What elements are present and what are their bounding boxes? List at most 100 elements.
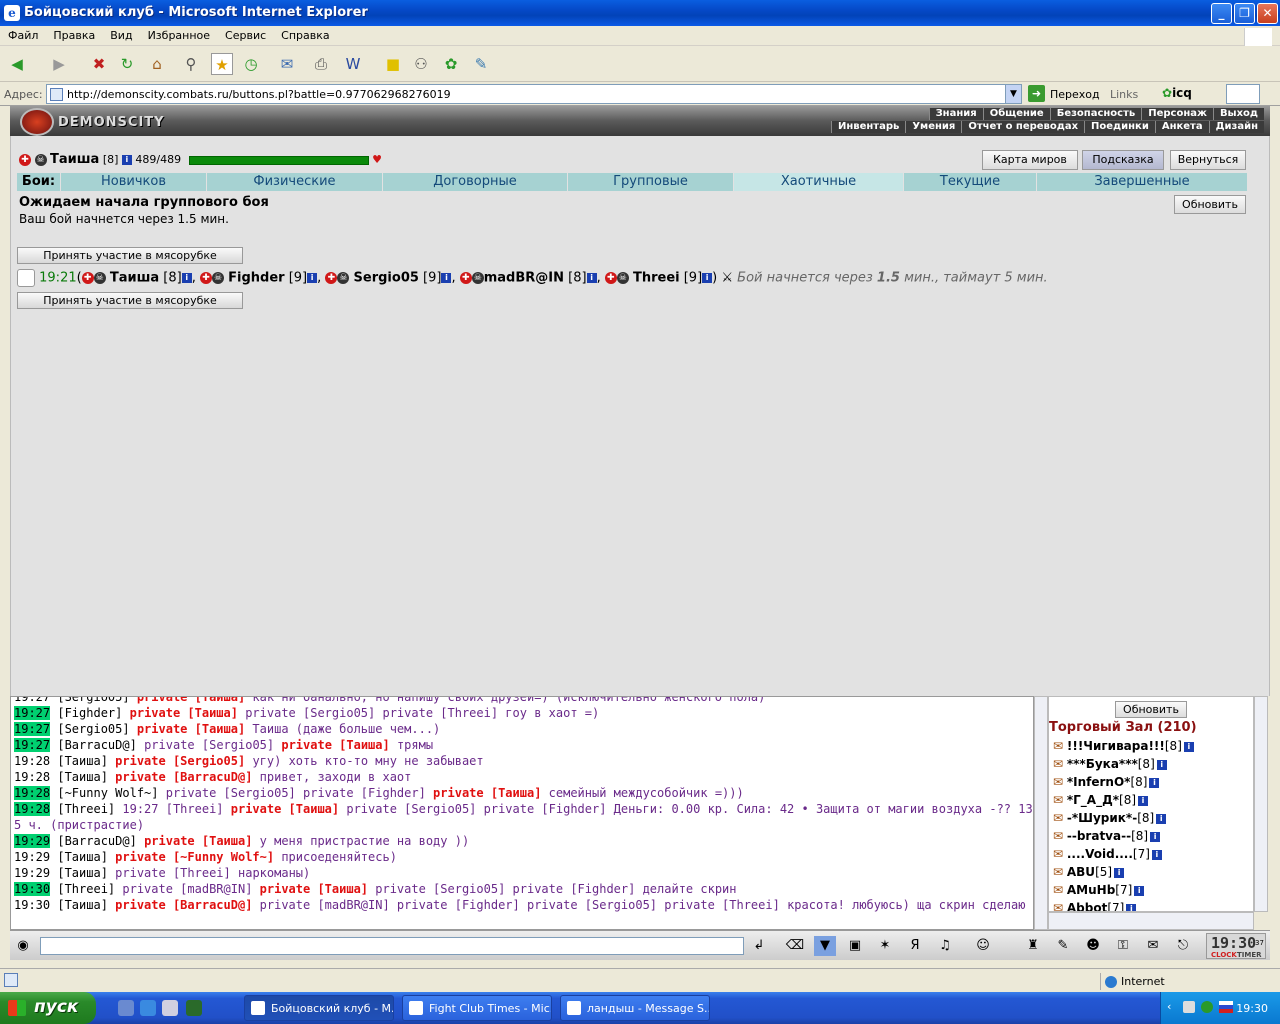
chat-private-tag[interactable]: private [madBR@IN] private [Fighder] pri…: [252, 898, 780, 912]
chat-log[interactable]: 19:27 [Sergio05] private [Таиша] как ни …: [10, 696, 1034, 930]
stop-icon[interactable]: ✖: [88, 53, 110, 75]
chat-time[interactable]: 19:29: [14, 850, 50, 864]
battle-player-name[interactable]: Таиша: [110, 271, 159, 286]
chat-scrollbar[interactable]: [1034, 696, 1048, 930]
chat-sender[interactable]: [Таиша]: [57, 850, 108, 864]
inventory-bag-icon[interactable]: ♜: [1022, 936, 1044, 956]
tray-icq-icon[interactable]: [1201, 1001, 1213, 1013]
tab-chaotic[interactable]: Хаотичные: [734, 173, 904, 191]
nav-character[interactable]: Персонаж: [1141, 108, 1213, 120]
user-list-item[interactable]: ✉ -*Шурик*-[8] i: [1053, 811, 1167, 825]
chat-time[interactable]: 19:29: [14, 834, 51, 848]
chat-time[interactable]: 19:28: [14, 786, 51, 800]
task-message[interactable]: ландыш - Message S...: [560, 995, 710, 1021]
info-icon[interactable]: i: [1149, 777, 1160, 788]
links-button[interactable]: Links: [1110, 88, 1138, 101]
chat-private-tag[interactable]: private [Sergio05] private [Fighder]: [368, 882, 635, 896]
chat-time[interactable]: 19:30: [14, 898, 50, 912]
menu-help[interactable]: Справка: [273, 26, 336, 42]
tool-icon[interactable]: ✎: [470, 53, 492, 75]
nav-duels[interactable]: Поединки: [1084, 121, 1155, 133]
address-dropdown-icon[interactable]: ▼: [1005, 85, 1021, 103]
user-list-item[interactable]: ✉ --bratva--[8] i: [1053, 829, 1161, 843]
smiley-icon[interactable]: ☺: [972, 936, 994, 956]
chat-time[interactable]: 19:28: [14, 770, 50, 784]
quicklaunch-ie-icon[interactable]: [140, 1000, 156, 1016]
chat-private-tag[interactable]: private [BarracuD@]: [108, 898, 252, 912]
chat-sender[interactable]: [~Funny Wolf~]: [57, 786, 158, 800]
messages-icon[interactable]: ✉: [1142, 936, 1164, 956]
tab-novice[interactable]: Новичков: [61, 173, 207, 191]
private-message-icon[interactable]: ✉: [1053, 757, 1067, 771]
chat-sender[interactable]: [Sergio05]: [57, 697, 129, 704]
user-list-item[interactable]: ✉ *InfernO*[8] i: [1053, 775, 1160, 789]
info-icon[interactable]: i: [1138, 795, 1149, 806]
info-icon[interactable]: i: [1156, 759, 1167, 770]
fight-icon[interactable]: ✶: [874, 936, 896, 956]
icq-flower-icon[interactable]: ✿: [440, 53, 462, 75]
print-icon[interactable]: ⎙: [310, 53, 332, 75]
users-h-scrollbar[interactable]: [1048, 912, 1254, 930]
battle-player-name[interactable]: Sergio05: [354, 271, 419, 286]
chat-sender[interactable]: [BarracuD@]: [57, 834, 136, 848]
chat-time[interactable]: 19:27: [14, 722, 51, 736]
start-button[interactable]: пуск: [0, 992, 96, 1024]
user-list-item[interactable]: ✉ AMuHb[7] i: [1053, 883, 1145, 897]
user-name[interactable]: !!!Чигивара!!!: [1067, 739, 1165, 753]
tab-current[interactable]: Текущие: [904, 173, 1037, 191]
back-button[interactable]: Вернуться: [1170, 150, 1246, 170]
chat-sender[interactable]: [Threei]: [57, 802, 115, 816]
history-icon[interactable]: ◷: [240, 53, 262, 75]
back-icon[interactable]: ◀: [6, 53, 28, 75]
battle-radio[interactable]: [17, 269, 35, 287]
nav-communication[interactable]: Общение: [982, 108, 1050, 120]
chat-time[interactable]: 19:30: [14, 882, 51, 896]
chat-sender[interactable]: [BarracuD@]: [57, 738, 136, 752]
user-list-item[interactable]: ✉ ***Бука***[8] i: [1053, 757, 1167, 771]
refresh-button[interactable]: Обновить: [1174, 195, 1246, 214]
info-icon[interactable]: i: [1150, 831, 1161, 842]
join-battle-button[interactable]: Принять участие в мясорубке: [17, 292, 243, 309]
private-message-icon[interactable]: ✉: [1053, 865, 1067, 879]
info-icon[interactable]: i: [1156, 813, 1167, 824]
forward-icon[interactable]: ▶: [48, 53, 70, 75]
tray-arrow-icon[interactable]: ‹: [1167, 1000, 1171, 1013]
minimize-button[interactable]: _: [1211, 3, 1232, 24]
nav-exit[interactable]: Выход: [1212, 108, 1264, 120]
task-fightclub[interactable]: Бойцовский клуб - M...: [244, 995, 394, 1021]
tab-finished[interactable]: Завершенные: [1037, 173, 1247, 191]
quicklaunch-desktop-icon[interactable]: [118, 1000, 134, 1016]
menu-file[interactable]: Файл: [0, 26, 45, 42]
chat-sender[interactable]: [Threei]: [57, 882, 115, 896]
refresh-users-button[interactable]: Обновить: [1115, 701, 1187, 718]
chat-private-tag[interactable]: private [Таиша]: [426, 786, 541, 800]
private-message-icon[interactable]: ✉: [1053, 793, 1067, 807]
exit-icon[interactable]: ⎋: [1172, 936, 1194, 956]
chat-time[interactable]: 19:28: [14, 802, 51, 816]
private-message-icon[interactable]: ✉: [1053, 883, 1067, 897]
user-name[interactable]: ....Void....: [1067, 847, 1133, 861]
nav-transfers[interactable]: Отчет о переводах: [961, 121, 1084, 133]
chat-time[interactable]: 19:27: [14, 706, 51, 720]
info-icon[interactable]: i: [586, 273, 597, 283]
lock-icon[interactable]: ⚿: [1112, 936, 1134, 956]
user-name[interactable]: *InfernO*: [1067, 775, 1131, 789]
chat-private-tag[interactable]: private [Таиша]: [122, 706, 238, 720]
home-icon[interactable]: ⌂: [146, 53, 168, 75]
chat-private-tag[interactable]: private [Таиша]: [130, 697, 245, 704]
player-name[interactable]: Таиша: [50, 152, 99, 167]
menu-tools[interactable]: Сервис: [217, 26, 273, 42]
user-name[interactable]: *Г_А_Д*: [1067, 793, 1119, 807]
timer-label[interactable]: TIMER: [1237, 951, 1262, 959]
chat-private-tag[interactable]: private [Таиша]: [224, 802, 339, 816]
window-title-bar[interactable]: e Бойцовский клуб - Microsoft Internet E…: [0, 0, 1280, 26]
tray-clock[interactable]: 19:30: [1236, 1002, 1268, 1015]
menu-edit[interactable]: Правка: [45, 26, 102, 42]
go-arrow-icon[interactable]: ➜: [1028, 85, 1045, 102]
user-name[interactable]: --bratva--: [1067, 829, 1131, 843]
send-icon[interactable]: ↲: [748, 936, 770, 956]
menu-view[interactable]: Вид: [102, 26, 139, 42]
chat-private-tag[interactable]: private [Таиша]: [274, 738, 389, 752]
edit-icon[interactable]: W: [342, 53, 364, 75]
tab-arranged[interactable]: Договорные: [383, 173, 568, 191]
